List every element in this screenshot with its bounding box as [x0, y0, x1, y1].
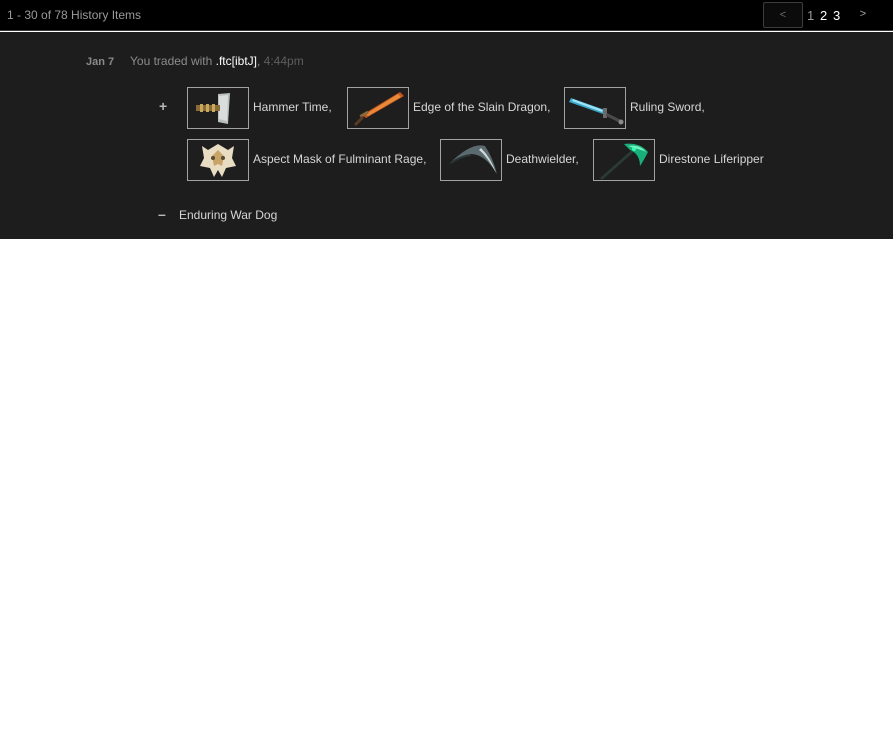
item-name[interactable]: Deathwielder,	[506, 152, 579, 166]
page-1-current: 1	[807, 8, 815, 23]
given-item-name[interactable]: Enduring War Dog	[179, 208, 277, 222]
item-thumbnail[interactable]	[187, 139, 249, 181]
trade-description: You traded with .ftc[ibtJ], 4:44pm	[130, 54, 304, 68]
item-thumbnail[interactable]	[440, 139, 502, 181]
prev-page-button[interactable]: <	[763, 2, 803, 28]
received-items-sign: +	[159, 98, 168, 114]
page-3-link[interactable]: 3	[833, 8, 840, 23]
item-name[interactable]: Edge of the Slain Dragon,	[413, 100, 550, 114]
ruling-sword-item-icon	[565, 88, 625, 128]
given-items-sign: –	[158, 206, 166, 222]
history-header-bar: 1 - 30 of 78 History Items < 1 2 3 >	[0, 0, 893, 31]
item-name[interactable]: Aspect Mask of Fulminant Rage,	[253, 152, 426, 166]
trade-time: 4:44pm	[263, 54, 304, 68]
next-page-button[interactable]: >	[843, 2, 883, 28]
item-thumbnail[interactable]	[187, 87, 249, 129]
dragon-sword-item-icon	[348, 88, 408, 128]
page-2-link[interactable]: 2	[820, 8, 827, 23]
trade-date: Jan 7	[86, 56, 115, 68]
item-thumbnail[interactable]	[564, 87, 626, 129]
green-scythe-item-icon	[594, 140, 654, 180]
history-count: 1 - 30 of 78 History Items	[7, 8, 142, 22]
hammer-item-icon	[188, 88, 248, 128]
scythe-item-icon	[441, 140, 501, 180]
trade-history-entry: Jan 7 You traded with .ftc[ibtJ], 4:44pm…	[0, 32, 893, 239]
item-name[interactable]: Ruling Sword,	[630, 100, 705, 114]
item-thumbnail[interactable]	[593, 139, 655, 181]
item-name[interactable]: Hammer Time,	[253, 100, 332, 114]
item-name[interactable]: Direstone Liferipper	[659, 152, 764, 166]
mask-item-icon	[188, 140, 248, 180]
trade-separator: ,	[256, 54, 261, 68]
trade-partner-link[interactable]: .ftc[ibtJ]	[216, 54, 257, 68]
item-thumbnail[interactable]	[347, 87, 409, 129]
trade-prefix: You traded with	[130, 54, 213, 68]
